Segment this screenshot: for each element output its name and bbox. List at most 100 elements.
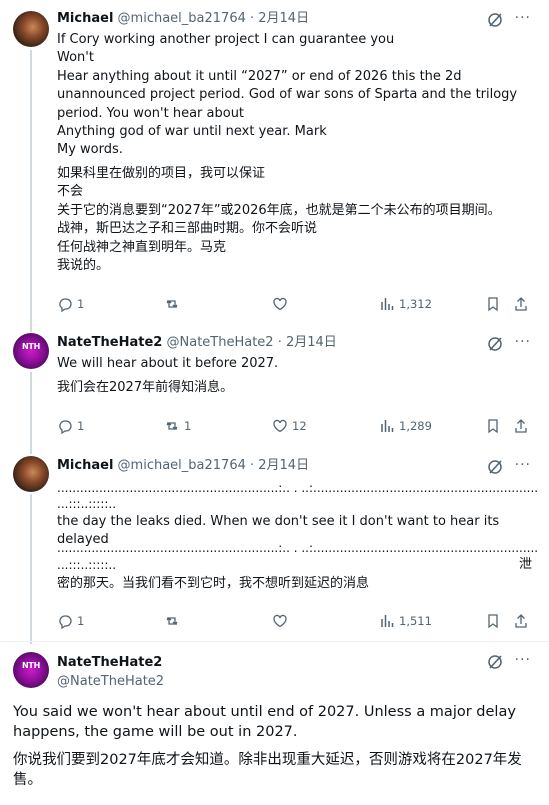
more-icon[interactable]: ··· — [515, 10, 531, 26]
more-icon[interactable]: ··· — [515, 652, 531, 668]
repost-icon — [166, 422, 178, 430]
text-line: We will hear about it before 2027. — [57, 356, 279, 371]
reply-icon — [59, 615, 72, 629]
bookmark-button[interactable] — [485, 294, 501, 314]
views-icon — [381, 615, 394, 627]
reply-count: 1 — [77, 614, 85, 628]
like-button[interactable] — [272, 611, 292, 631]
share-icon — [515, 419, 527, 433]
views-button[interactable]: 1,312 — [379, 294, 432, 314]
author-name[interactable]: NateTheHate2 — [57, 335, 162, 350]
share-button[interactable] — [513, 611, 529, 631]
reply-count: 1 — [77, 419, 85, 433]
author-handle[interactable]: @NateTheHate2 — [57, 673, 164, 690]
like-button[interactable] — [272, 294, 292, 314]
tweet-text-zh: 我们会在2027年前得知消息。 — [57, 379, 537, 397]
author-name[interactable]: Michael — [57, 458, 113, 473]
avatar[interactable] — [13, 11, 49, 47]
heart-icon — [273, 419, 287, 433]
more-icon[interactable]: ··· — [515, 457, 531, 473]
share-button[interactable] — [513, 294, 529, 314]
views-button[interactable]: 1,289 — [379, 416, 432, 436]
like-button[interactable]: 12 — [272, 416, 307, 436]
tweet-header: NateTheHate2 @NateTheHate2 — [57, 654, 164, 690]
reply-count: 1 — [77, 297, 85, 311]
views-icon — [381, 420, 394, 432]
repost-button[interactable] — [164, 294, 184, 314]
text-line: My words. — [57, 142, 123, 158]
share-icon — [515, 614, 527, 628]
text-line: period. You won't hear about — [57, 105, 245, 121]
tweet-text-zh: 你说我们要到2027年底才会知道。除非出现重大延迟，否则游戏将在2027年发售。 — [13, 750, 533, 790]
text-line: 任何战神之神直到明年。马克 — [57, 239, 227, 255]
heart-icon — [273, 614, 287, 628]
heart-icon — [273, 297, 287, 311]
text-line: If Cory working another project I can gu… — [57, 32, 395, 47]
grok-icon[interactable] — [487, 654, 503, 670]
avatar-text: NTH — [22, 661, 40, 670]
views-count: 1,511 — [399, 614, 432, 628]
author-handle[interactable]: @NateTheHate2 · 2月14日 — [167, 335, 337, 350]
bookmark-button[interactable] — [485, 416, 501, 436]
tweet-header: Michael @michael_ba21764 · 2月14日 — [57, 457, 309, 474]
tweet-actions: 1 1,511 — [57, 611, 537, 631]
text-line: unannounced project period. God of war s… — [57, 87, 518, 103]
views-icon — [381, 298, 394, 310]
repost-button[interactable] — [164, 611, 184, 631]
tweet-3[interactable]: Michael @michael_ba21764 · 2月14日 ··· ...… — [0, 446, 549, 642]
reply-button[interactable]: 1 — [57, 416, 84, 436]
tweet-4-focused[interactable]: NTH NateTheHate2 @NateTheHate2 ··· You s… — [0, 642, 549, 805]
repost-icon — [166, 617, 178, 625]
avatar[interactable]: NTH — [13, 333, 49, 369]
tweet-text-en: We will hear about it before 2027. — [57, 355, 537, 373]
tweet-text-zh: 密的那天。当我们看不到它时，我不想听到延迟的消息 — [57, 575, 537, 593]
grok-icon[interactable] — [487, 336, 503, 352]
tweet-text-en: If Cory working another project I can gu… — [57, 31, 537, 160]
repost-count: 1 — [184, 419, 192, 433]
views-button[interactable]: 1,511 — [379, 611, 432, 631]
more-icon[interactable]: ··· — [515, 334, 531, 350]
text-line: 不会 — [57, 184, 84, 200]
avatar[interactable]: NTH — [13, 652, 49, 688]
tweet-header: NateTheHate2 @NateTheHate2 · 2月14日 — [57, 334, 337, 351]
text-line: Won't — [57, 50, 94, 66]
repost-icon — [166, 300, 178, 308]
repost-button[interactable]: 1 — [164, 416, 191, 436]
tweet-actions: 1 1 12 1,289 — [57, 416, 537, 436]
views-count: 1,289 — [399, 419, 432, 433]
text-para: 你说我们要到2027年底才会知道。除非出现重大延迟，否则游戏将在2027年发售。 — [13, 752, 522, 788]
text-line: 泄 — [518, 557, 532, 572]
bookmark-button[interactable] — [485, 611, 501, 631]
grok-icon[interactable] — [487, 12, 503, 28]
text-line: 战神，斯巴达之子和三部曲时期。你不会听说 — [57, 221, 318, 237]
dots-line: ........................................… — [57, 481, 537, 495]
text-line: 我们会在2027年前得知消息。 — [57, 380, 234, 395]
reply-button[interactable]: 1 — [57, 294, 84, 314]
grok-icon[interactable] — [487, 459, 503, 475]
text-para: You said we won't hear about until end o… — [13, 704, 521, 740]
tweet-actions: 1 1,312 — [57, 294, 537, 314]
author-name[interactable]: Michael — [57, 11, 113, 26]
text-line: 密的那天。当我们看不到它时，我不想听到延迟的消息 — [57, 576, 370, 591]
like-count: 12 — [292, 419, 307, 433]
zh-tail: 泄 — [57, 556, 532, 574]
share-button[interactable] — [513, 416, 529, 436]
tweet-1[interactable]: Michael @michael_ba21764 · 2月14日 ··· If … — [0, 0, 549, 322]
bookmark-icon — [488, 297, 498, 312]
avatar[interactable] — [13, 456, 49, 492]
share-icon — [515, 297, 527, 311]
text-line: 如果科里在做别的项目，我可以保证 — [57, 166, 266, 181]
views-count: 1,312 — [399, 297, 432, 311]
dots-line: ........................................… — [57, 541, 537, 555]
reply-icon — [59, 420, 72, 434]
reply-button[interactable]: 1 — [57, 611, 84, 631]
text-line: 我说的。 — [57, 258, 110, 274]
tweet-2[interactable]: NTH NateTheHate2 @NateTheHate2 · 2月14日 ·… — [0, 322, 549, 446]
tweet-header: Michael @michael_ba21764 · 2月14日 — [57, 10, 309, 27]
author-handle[interactable]: @michael_ba21764 · 2月14日 — [118, 458, 310, 473]
text-line: Hear anything about it until “2027” or e… — [57, 68, 462, 84]
author-handle[interactable]: @michael_ba21764 · 2月14日 — [118, 11, 310, 26]
avatar-text: NTH — [22, 342, 40, 351]
bookmark-icon — [488, 614, 498, 629]
author-name[interactable]: NateTheHate2 — [57, 654, 164, 671]
